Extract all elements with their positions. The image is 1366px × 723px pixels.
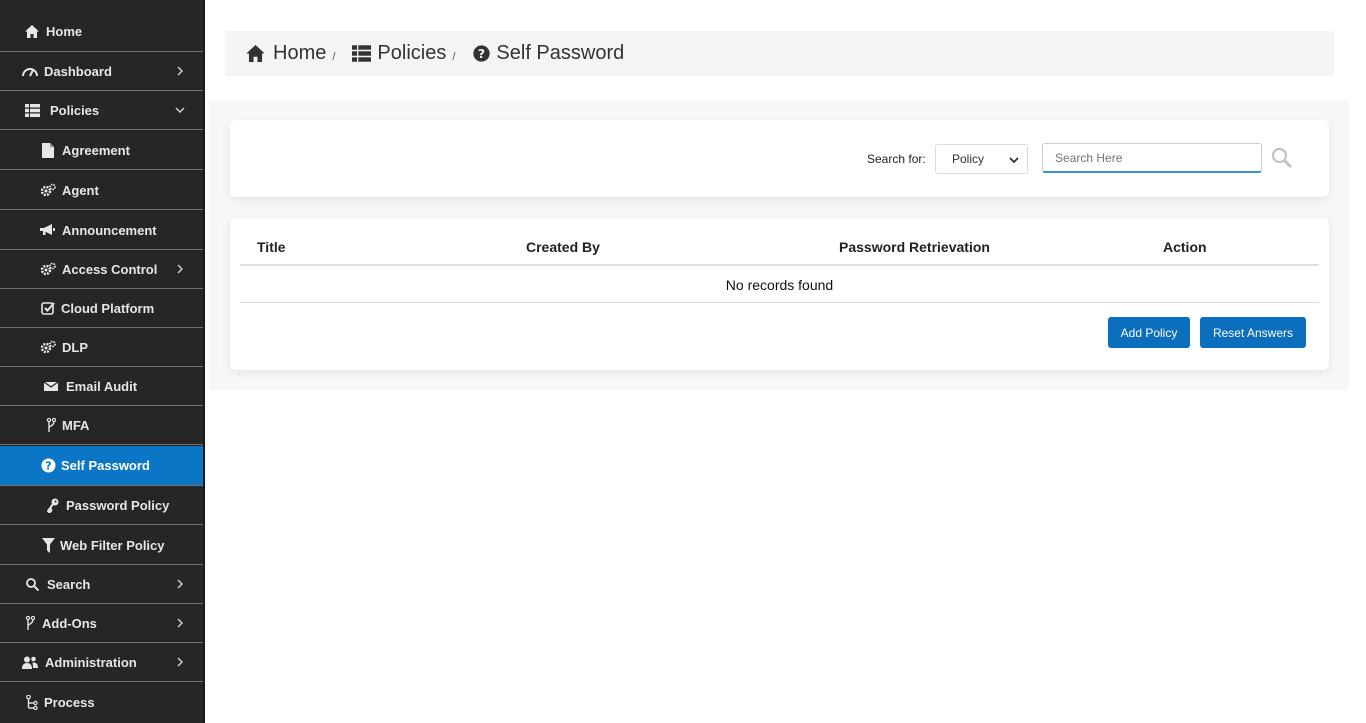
- sidebar-item-label: Cloud Platform: [61, 300, 155, 316]
- sidebar: Home Dashboard Policies Agreement Agent …: [0, 0, 205, 723]
- chevron-right-icon: [175, 264, 185, 274]
- sidebar-item-label: DLP: [62, 339, 88, 355]
- chevron-right-icon: [175, 66, 185, 76]
- check-square-icon: [40, 300, 56, 316]
- sidebar-item-label: Agent: [62, 182, 99, 198]
- file-icon: [40, 142, 56, 158]
- filter-icon: [40, 537, 56, 553]
- svg-text:?: ?: [478, 46, 485, 61]
- search-icon: [24, 576, 40, 592]
- sidebar-item-label: Process: [44, 695, 95, 710]
- column-header-title: Title: [257, 239, 286, 255]
- sidebar-item-announcement[interactable]: Announcement: [0, 211, 203, 250]
- chevron-down-icon: [1009, 154, 1019, 164]
- sidebar-item-label: Search: [47, 576, 91, 592]
- policies-table: Title Created By Password Retrievation A…: [230, 218, 1329, 370]
- search-input[interactable]: [1042, 143, 1262, 173]
- main-content: Home / Policies / ? Self Password Search…: [205, 0, 1366, 723]
- column-header-action: Action: [1163, 239, 1207, 255]
- add-policy-button[interactable]: Add Policy: [1108, 317, 1190, 348]
- sidebar-item-access-control[interactable]: Access Control: [0, 250, 203, 289]
- question-circle-icon: ?: [471, 44, 491, 64]
- sidebar-item-policies[interactable]: Policies: [0, 91, 203, 130]
- sidebar-item-dlp[interactable]: DLP: [0, 328, 203, 367]
- cogs-icon: [40, 261, 56, 277]
- sidebar-item-label: Announcement: [62, 222, 157, 238]
- key-icon: [45, 497, 61, 513]
- column-header-password-retrievation: Password Retrievation: [839, 239, 990, 255]
- sidebar-item-label: Home: [46, 24, 83, 39]
- sidebar-item-label: Policies: [50, 102, 100, 118]
- sitemap-icon: [24, 695, 40, 711]
- sidebar-item-label: Self Password: [61, 458, 150, 473]
- cogs-icon: [40, 339, 56, 355]
- sidebar-item-label: Dashboard: [44, 63, 112, 79]
- home-icon: [245, 44, 265, 64]
- list-icon: [351, 44, 371, 64]
- sidebar-item-add-ons[interactable]: Add-Ons: [0, 604, 203, 643]
- sidebar-item-administration[interactable]: Administration: [0, 643, 203, 682]
- breadcrumb: Home / Policies / ? Self Password: [225, 31, 1334, 76]
- bullhorn-icon: [40, 222, 56, 238]
- page-title: Self Password: [496, 42, 625, 64]
- cogs-icon: [40, 182, 56, 198]
- sidebar-item-cloud-platform[interactable]: Cloud Platform: [0, 289, 203, 328]
- column-header-created-by: Created By: [526, 239, 600, 255]
- gauge-icon: [22, 63, 38, 79]
- search-type-value: Policy: [952, 152, 985, 166]
- envelope-icon: [43, 378, 59, 394]
- sidebar-item-label: Password Policy: [66, 497, 170, 513]
- breadcrumb-separator: /: [452, 50, 456, 63]
- search-icon: [1271, 147, 1293, 174]
- sidebar-item-agent[interactable]: Agent: [0, 171, 203, 210]
- fork-icon: [22, 615, 38, 631]
- sidebar-item-password-policy[interactable]: Password Policy: [0, 486, 203, 525]
- home-icon: [24, 24, 40, 40]
- breadcrumb-policies-label: Policies: [377, 42, 447, 64]
- chevron-right-icon: [175, 618, 185, 628]
- sidebar-item-label: Agreement: [62, 142, 130, 158]
- sidebar-item-label: Administration: [45, 654, 137, 670]
- sidebar-item-label: Email Audit: [66, 378, 138, 394]
- breadcrumb-separator: /: [332, 50, 336, 63]
- search-button[interactable]: [1270, 147, 1294, 174]
- chevron-right-icon: [175, 579, 185, 589]
- sidebar-item-label: Web Filter Policy: [60, 537, 165, 553]
- sidebar-item-label: MFA: [62, 417, 90, 433]
- breadcrumb-home-label: Home: [273, 42, 327, 64]
- sidebar-item-self-password[interactable]: ? Self Password: [0, 446, 203, 486]
- sidebar-item-email-audit[interactable]: Email Audit: [0, 367, 203, 406]
- search-panel: Search for: Policy: [230, 120, 1329, 197]
- sidebar-item-web-filter-policy[interactable]: Web Filter Policy: [0, 526, 203, 565]
- chevron-right-icon: [175, 657, 185, 667]
- search-type-select[interactable]: Policy: [935, 144, 1028, 174]
- table-divider: [240, 302, 1319, 303]
- chevron-down-icon: [175, 105, 185, 115]
- breadcrumb-current: ? Self Password: [471, 42, 624, 65]
- svg-text:?: ?: [45, 460, 51, 473]
- sidebar-item-search[interactable]: Search: [0, 565, 203, 604]
- sidebar-item-process[interactable]: Process: [0, 682, 203, 723]
- empty-state-message: No records found: [725, 277, 834, 293]
- question-circle-icon: ?: [40, 458, 56, 474]
- sidebar-item-label: Add-Ons: [42, 615, 97, 631]
- search-for-label: Search for:: [867, 152, 926, 166]
- sidebar-item-home[interactable]: Home: [0, 12, 203, 52]
- list-icon: [24, 102, 40, 118]
- users-icon: [22, 654, 38, 670]
- sidebar-item-label: Access Control: [62, 261, 158, 277]
- reset-answers-button[interactable]: Reset Answers: [1200, 317, 1306, 348]
- breadcrumb-home[interactable]: Home: [245, 42, 326, 65]
- breadcrumb-policies[interactable]: Policies: [351, 42, 446, 65]
- fork-icon: [43, 417, 59, 433]
- table-header-divider: [240, 264, 1319, 266]
- sidebar-item-agreement[interactable]: Agreement: [0, 131, 203, 170]
- sidebar-item-mfa[interactable]: MFA: [0, 406, 203, 445]
- sidebar-item-dashboard[interactable]: Dashboard: [0, 52, 203, 91]
